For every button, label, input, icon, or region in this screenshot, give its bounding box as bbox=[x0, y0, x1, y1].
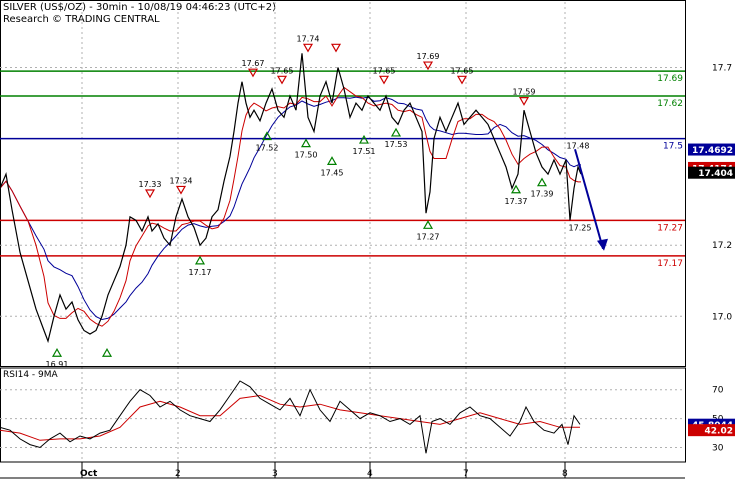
signal-label: 17.65 bbox=[451, 66, 474, 75]
time-axis: Oct 2 3 4 7 8 bbox=[0, 462, 685, 479]
signal-up-icon bbox=[326, 156, 338, 165]
signal-label: 17.39 bbox=[531, 190, 554, 199]
signal-up-icon bbox=[51, 348, 63, 357]
signal-label: 17.34 bbox=[170, 176, 193, 185]
price-chart[interactable]: 17.6917.6217.517.2717.17 16.9117.33 17.34… bbox=[0, 0, 735, 480]
price-tick-label: 17.7 bbox=[712, 64, 732, 74]
level-label: 17.17 bbox=[657, 259, 683, 269]
signal-down-icon bbox=[330, 43, 342, 53]
signal-up-icon bbox=[101, 348, 113, 357]
annotation-label: 17.25 bbox=[569, 223, 592, 232]
day-label: 7 bbox=[463, 469, 469, 479]
signal-up-icon bbox=[390, 127, 402, 137]
price-tag-label: 17.404 bbox=[698, 169, 733, 179]
signal-label: 17.53 bbox=[385, 140, 408, 149]
signal-label: 17.65 bbox=[373, 66, 396, 75]
signal-label: 17.59 bbox=[513, 88, 536, 97]
signal-down-icon bbox=[422, 61, 434, 71]
signal-down-icon bbox=[378, 75, 390, 85]
rsi-panel-frame bbox=[0, 367, 686, 463]
signal-label: 17.50 bbox=[295, 151, 318, 160]
signal-label: 17.52 bbox=[256, 143, 279, 152]
ma-fast-line bbox=[0, 86, 581, 327]
signal-label: 17.65 bbox=[271, 66, 294, 75]
signal-label: 17.69 bbox=[417, 52, 440, 61]
rsi-axis: 30507045.804442.02 bbox=[688, 386, 735, 454]
signal-label: 17.51 bbox=[353, 147, 376, 156]
level-label: 17.62 bbox=[657, 99, 683, 109]
day-label: 3 bbox=[272, 469, 278, 479]
rsi-tick-label: 30 bbox=[712, 444, 724, 454]
signal-up-icon bbox=[194, 255, 206, 265]
signal-markers: 16.9117.33 17.3417.1717.6717.5217.6517.50… bbox=[46, 34, 592, 369]
signal-label: 17.17 bbox=[189, 268, 212, 277]
signal-down-icon bbox=[144, 189, 156, 199]
signal-label: 17.74 bbox=[297, 34, 320, 43]
signal-down-icon bbox=[247, 68, 259, 78]
signal-up-icon bbox=[536, 177, 548, 187]
signal-down-icon bbox=[276, 75, 288, 85]
signal-label: 17.37 bbox=[505, 197, 528, 206]
projection-arrow bbox=[574, 148, 604, 250]
signal-down-icon bbox=[518, 97, 530, 106]
price-tag-label: 42.02 bbox=[705, 427, 733, 437]
price-axis: 17.017.217.717.469217.417417.404 bbox=[688, 64, 735, 322]
day-label: 8 bbox=[562, 469, 568, 479]
signal-down-icon bbox=[456, 75, 468, 85]
rsi-plot bbox=[0, 380, 581, 454]
signal-label: 17.27 bbox=[417, 232, 440, 241]
price-tag-label: 17.4692 bbox=[692, 146, 733, 156]
day-label: 2 bbox=[175, 469, 181, 479]
signal-label: 17.67 bbox=[242, 59, 265, 68]
ma-slow-line bbox=[0, 96, 581, 321]
rsi-title: RSI14 - 9MA bbox=[3, 370, 59, 380]
annotation-label: 17.48 bbox=[567, 142, 590, 151]
day-label: Oct bbox=[80, 469, 98, 479]
rsi-grid bbox=[0, 367, 686, 463]
rsi-tick-label: 70 bbox=[712, 386, 724, 396]
price-tick-label: 17.2 bbox=[712, 241, 732, 251]
signal-up-icon bbox=[422, 220, 434, 229]
signal-up-icon bbox=[358, 134, 370, 144]
level-label: 17.27 bbox=[657, 223, 683, 233]
signal-label: 17.33 bbox=[139, 180, 162, 189]
signal-down-icon bbox=[302, 43, 314, 53]
signal-up-icon bbox=[300, 138, 312, 148]
price-tick-label: 17.0 bbox=[712, 312, 732, 322]
day-label: 4 bbox=[367, 469, 373, 479]
level-label: 17.69 bbox=[657, 74, 683, 84]
signal-label: 17.45 bbox=[321, 168, 344, 177]
rsi-line bbox=[0, 380, 581, 454]
level-label: 17.5 bbox=[663, 142, 683, 152]
rsi-ma-line bbox=[0, 394, 580, 441]
